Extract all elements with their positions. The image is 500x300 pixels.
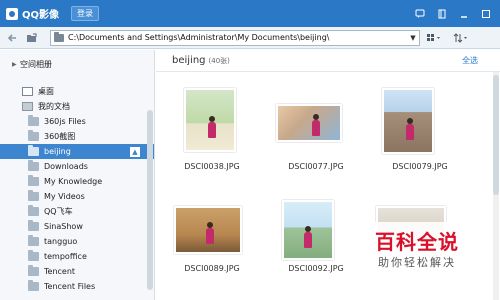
maximize-icon[interactable] [480,8,492,20]
folder-icon [28,190,39,201]
sidebar-item-folder[interactable]: tangguo [0,234,154,249]
photo-tile[interactable]: DSCI0038.JPG [164,84,260,189]
photo-thumbnail[interactable] [276,104,342,142]
person-figure [406,118,414,140]
photo-thumbnail[interactable] [174,206,242,254]
folder-icon [28,130,39,141]
person-figure [312,114,320,136]
folder-icon [28,280,39,291]
chevron-down-icon[interactable]: ▼ [407,34,419,42]
folder-title: beijing [172,55,206,66]
address-toolbar: C:\Documents and Settings\Administrator\… [0,27,500,49]
photo-tile[interactable]: DSCI0079.JPG [372,84,468,189]
view-mode-icon[interactable] [424,30,446,46]
sidebar-item-folder[interactable]: Tencent Files [0,279,154,294]
skin-icon[interactable] [436,8,448,20]
photo-filename: DSCI0038.JPG [184,162,240,171]
sidebar-item-folder[interactable]: 360截图 [0,129,154,144]
folder-icon [28,205,39,216]
photo-filename: DSCI0079.JPG [392,162,448,171]
sidebar-item-label: 360js Files [44,117,86,126]
folder-icon [28,220,39,231]
folder-icon [28,115,39,126]
folder-icon [28,235,39,246]
folder-icon [54,31,64,42]
person-figure [206,222,214,244]
photo-tile[interactable]: DSCI0092.JPG [268,188,364,293]
folder-icon [28,175,39,186]
sidebar: ▶ 空间相册 桌面 我的文档 360js Files 360截图 beijing… [0,50,155,300]
sidebar-item-label: Tencent [44,267,76,276]
sidebar-item-label: My Videos [44,192,85,201]
upload-arrow-icon[interactable]: ▲ [130,146,140,157]
photo-filename: DSCI0077.JPG [288,162,344,171]
photo-count: (40张) [208,56,230,65]
window-controls [414,8,492,20]
sidebar-item-label: QQ飞车 [44,207,73,216]
sidebar-item-folder[interactable]: tempoffice [0,249,154,264]
sidebar-group-space-album[interactable]: ▶ 空间相册 [0,57,154,71]
photo-thumbnail[interactable] [382,88,434,154]
folder-icon [28,250,39,261]
folder-icon [28,160,39,171]
sidebar-item-folder[interactable]: QQ飞车 [0,204,154,219]
path-input[interactable]: C:\Documents and Settings\Administrator\… [68,33,329,42]
photo-tile[interactable]: DSCI0089.JPG [164,188,260,293]
sidebar-item-label: SinaShow [44,222,83,231]
documents-icon [22,102,33,111]
sidebar-item-label: 360截图 [44,132,76,141]
minimize-icon[interactable] [458,8,470,20]
folder-icon [28,145,39,156]
sidebar-item-label: beijing [44,147,71,156]
main-scrollbar[interactable] [493,72,499,300]
photo-tile[interactable]: DSCI0077.JPG [268,84,364,189]
sidebar-item-label: 桌面 [38,87,54,96]
watermark-logo: 百科全说 [375,230,459,254]
sidebar-item-folder[interactable]: 360js Files [0,114,154,129]
photo-filename: DSCI0092.JPG [288,264,344,273]
sidebar-group-label: 空间相册 [20,59,52,69]
sidebar-item-label: tangguo [44,237,78,246]
desktop-icon [22,87,33,96]
watermark: 百科全说 助你轻松解决 [352,222,482,276]
sidebar-item-folder[interactable]: SinaShow [0,219,154,234]
sidebar-item-label: tempoffice [44,252,87,261]
app-title: QQ影像 [22,10,60,21]
person-figure [304,226,312,248]
sidebar-item-folder[interactable]: Downloads [0,159,154,174]
sidebar-item-folder[interactable]: My Videos [0,189,154,204]
person-figure [208,116,216,138]
sidebar-scrollbar[interactable] [147,110,153,290]
sidebar-item-label: My Knowledge [44,177,103,186]
login-button[interactable]: 登录 [71,6,100,21]
folder-icon [28,265,39,276]
back-arrow-icon[interactable] [4,30,20,46]
title-bar: QQ影像 登录 [0,0,500,27]
watermark-subtitle: 助你轻松解决 [378,256,456,269]
scrollbar-thumb[interactable] [493,75,499,195]
up-folder-icon[interactable] [24,30,40,46]
photo-filename: DSCI0089.JPG [184,264,240,273]
folder-header: beijing (40张) 全选 [156,50,500,72]
feedback-icon[interactable] [414,8,426,20]
photo-thumbnail[interactable] [184,88,236,152]
sidebar-item-beijing[interactable]: beijing ▲ [0,144,154,159]
photo-thumbnail[interactable] [282,200,334,260]
sort-icon[interactable] [450,30,472,46]
sidebar-item-label: 我的文档 [38,102,70,111]
path-bar[interactable]: C:\Documents and Settings\Administrator\… [50,29,420,46]
sidebar-item-label: Downloads [44,162,88,171]
sidebar-item-folder[interactable]: My Knowledge [0,174,154,189]
qq-image-logo-icon [6,7,18,20]
sidebar-item-label: Tencent Files [44,282,96,291]
sidebar-item-desktop[interactable]: 桌面 [0,84,154,99]
select-all-link[interactable]: 全选 [462,55,478,66]
expand-triangle-icon[interactable]: ▶ [12,61,20,68]
sidebar-item-folder[interactable]: Tencent [0,264,154,279]
sidebar-item-my-documents[interactable]: 我的文档 [0,99,154,114]
